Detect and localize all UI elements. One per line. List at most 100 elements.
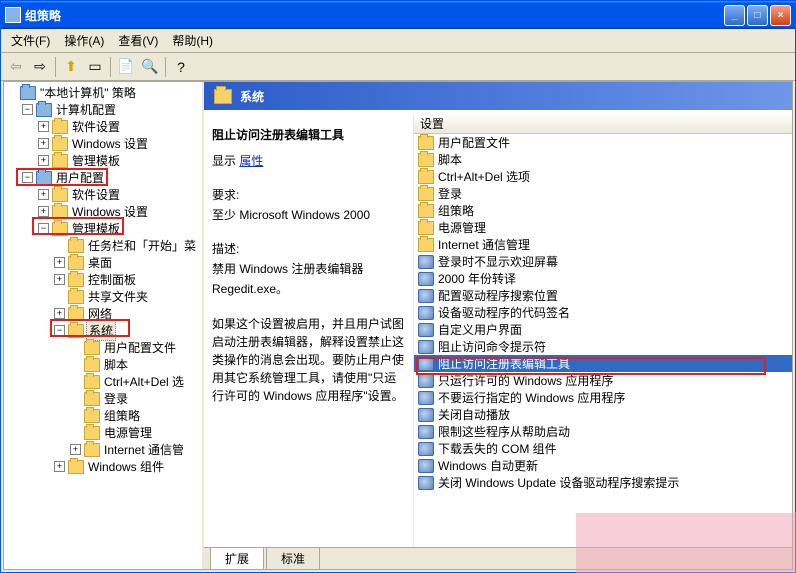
policy-tree: "本地计算机" 策略 −计算机配置 +软件设置 +Windows 设置 +管理模… [4, 82, 202, 477]
list-item-setting[interactable]: 登录时不显示欢迎屏幕 [414, 253, 792, 270]
setting-icon [418, 323, 434, 337]
export-button[interactable]: 📄 [115, 56, 137, 78]
list-item-setting[interactable]: 只运行许可的 Windows 应用程序 [414, 372, 792, 389]
list-item-label: 阻止访问命令提示符 [438, 338, 546, 355]
tree-shared-folders[interactable]: 共享文件夹 [6, 288, 200, 305]
list-item-setting[interactable]: 2000 年份转译 [414, 270, 792, 287]
menu-file[interactable]: 文件(F) [5, 30, 56, 51]
tree-windows-components[interactable]: +Windows 组件 [6, 458, 200, 475]
list-item-setting[interactable]: 阻止访问命令提示符 [414, 338, 792, 355]
expand-icon[interactable]: + [54, 274, 65, 285]
close-button[interactable]: × [770, 5, 791, 26]
minimize-button[interactable]: _ [724, 5, 745, 26]
expand-icon[interactable]: + [38, 189, 49, 200]
list-item-setting[interactable]: 关闭自动播放 [414, 406, 792, 423]
setting-icon [418, 289, 434, 303]
list-column-header[interactable]: 设置 [414, 114, 792, 134]
folder-icon [68, 460, 84, 474]
list-item-setting[interactable]: 关闭 Windows Update 设备驱动程序搜索提示 [414, 474, 792, 491]
list-item-folder[interactable]: 电源管理 [414, 219, 792, 236]
list-item-setting[interactable]: 下载丢失的 COM 组件 [414, 440, 792, 457]
tab-extended[interactable]: 扩展 [210, 547, 264, 569]
tree-admin-templates[interactable]: +管理模板 [6, 152, 200, 169]
tree-internet-comm[interactable]: +Internet 通信管 [6, 441, 200, 458]
collapse-icon[interactable]: − [22, 172, 33, 183]
expand-icon[interactable]: + [54, 461, 65, 472]
watermark [576, 513, 796, 573]
toolbar-separator [55, 57, 56, 77]
tree-user-profiles[interactable]: 用户配置文件 [6, 339, 200, 356]
folder-icon [84, 358, 100, 372]
list-item-setting[interactable]: 设备驱动程序的代码签名 [414, 304, 792, 321]
expand-icon[interactable]: + [70, 444, 81, 455]
tree-user-config[interactable]: −用户配置 [6, 169, 200, 186]
maximize-button[interactable]: □ [747, 5, 768, 26]
tree-windows-settings[interactable]: +Windows 设置 [6, 203, 200, 220]
folder-icon [68, 324, 84, 338]
expand-icon[interactable]: + [38, 121, 49, 132]
tree-power-mgmt[interactable]: 电源管理 [6, 424, 200, 441]
setting-icon [418, 340, 434, 354]
tree-pane[interactable]: "本地计算机" 策略 −计算机配置 +软件设置 +Windows 设置 +管理模… [4, 82, 204, 569]
filter-button[interactable]: 🔍 [139, 56, 161, 78]
desc-label: 描述: [212, 241, 405, 257]
tree-ctrl-alt-del[interactable]: Ctrl+Alt+Del 选 [6, 373, 200, 390]
collapse-icon[interactable]: − [22, 104, 33, 115]
list-item-label: 下载丢失的 COM 组件 [438, 440, 557, 457]
tree-computer-config[interactable]: −计算机配置 [6, 101, 200, 118]
list-item-setting[interactable]: Windows 自动更新 [414, 457, 792, 474]
expand-icon[interactable]: + [38, 206, 49, 217]
help-button[interactable]: ? [170, 56, 192, 78]
setting-icon [418, 459, 434, 473]
tree-software-settings[interactable]: +软件设置 [6, 118, 200, 135]
expand-icon[interactable]: + [54, 257, 65, 268]
setting-icon [418, 255, 434, 269]
list-item-folder[interactable]: Ctrl+Alt+Del 选项 [414, 168, 792, 185]
list-item-setting[interactable]: 限制这些程序从帮助启动 [414, 423, 792, 440]
list-item-setting[interactable]: 配置驱动程序搜索位置 [414, 287, 792, 304]
desc-line2: Regedit.exe。 [212, 281, 405, 297]
titlebar[interactable]: 组策略 _ □ × [1, 1, 795, 29]
app-icon [5, 7, 21, 23]
properties-button[interactable]: ▭ [84, 56, 106, 78]
properties-link[interactable]: 属性 [239, 154, 263, 168]
list-item-folder[interactable]: 登录 [414, 185, 792, 202]
folder-icon [36, 171, 52, 185]
expand-icon[interactable]: + [38, 155, 49, 166]
menu-action[interactable]: 操作(A) [58, 30, 110, 51]
list-item-setting[interactable]: 自定义用户界面 [414, 321, 792, 338]
list-pane[interactable]: 设置 用户配置文件脚本Ctrl+Alt+Del 选项登录组策略电源管理Inter… [414, 114, 792, 547]
menu-view[interactable]: 查看(V) [112, 30, 164, 51]
tree-software-settings[interactable]: +软件设置 [6, 186, 200, 203]
list-item-folder[interactable]: 组策略 [414, 202, 792, 219]
collapse-icon[interactable]: − [38, 223, 49, 234]
list-item-folder[interactable]: Internet 通信管理 [414, 236, 792, 253]
list-item-folder[interactable]: 脚本 [414, 151, 792, 168]
forward-button[interactable]: ⇨ [29, 56, 51, 78]
tree-admin-templates[interactable]: −管理模板 [6, 220, 200, 237]
desc-paragraph: 如果这个设置被启用，并且用户试图启动注册表编辑器，解释设置禁止这类操作的消息会出… [212, 315, 405, 405]
up-button[interactable]: ⬆ [60, 56, 82, 78]
collapse-icon[interactable]: − [54, 325, 65, 336]
tree-logon[interactable]: 登录 [6, 390, 200, 407]
tree-control-panel[interactable]: +控制面板 [6, 271, 200, 288]
setting-icon [418, 306, 434, 320]
expand-icon[interactable]: + [38, 138, 49, 149]
tree-group-policy[interactable]: 组策略 [6, 407, 200, 424]
list-item-label: 电源管理 [438, 219, 486, 236]
folder-icon [418, 221, 434, 235]
tree-desktop[interactable]: +桌面 [6, 254, 200, 271]
tab-standard[interactable]: 标准 [266, 547, 320, 569]
tree-taskbar-start[interactable]: 任务栏和「开始」菜 [6, 237, 200, 254]
tree-windows-settings[interactable]: +Windows 设置 [6, 135, 200, 152]
expand-icon[interactable]: + [54, 308, 65, 319]
list-item-setting[interactable]: 不要运行指定的 Windows 应用程序 [414, 389, 792, 406]
tree-scripts[interactable]: 脚本 [6, 356, 200, 373]
list-item-folder[interactable]: 用户配置文件 [414, 134, 792, 151]
list-item-setting[interactable]: 阻止访问注册表编辑工具 [414, 355, 792, 372]
right-body: 阻止访问注册表编辑工具 显示 属性 要求: 至少 Microsoft Windo… [204, 110, 792, 547]
window-title: 组策略 [25, 7, 724, 24]
menu-help[interactable]: 帮助(H) [166, 30, 219, 51]
tree-root[interactable]: "本地计算机" 策略 [6, 84, 200, 101]
tree-system[interactable]: −系统 [6, 322, 200, 339]
